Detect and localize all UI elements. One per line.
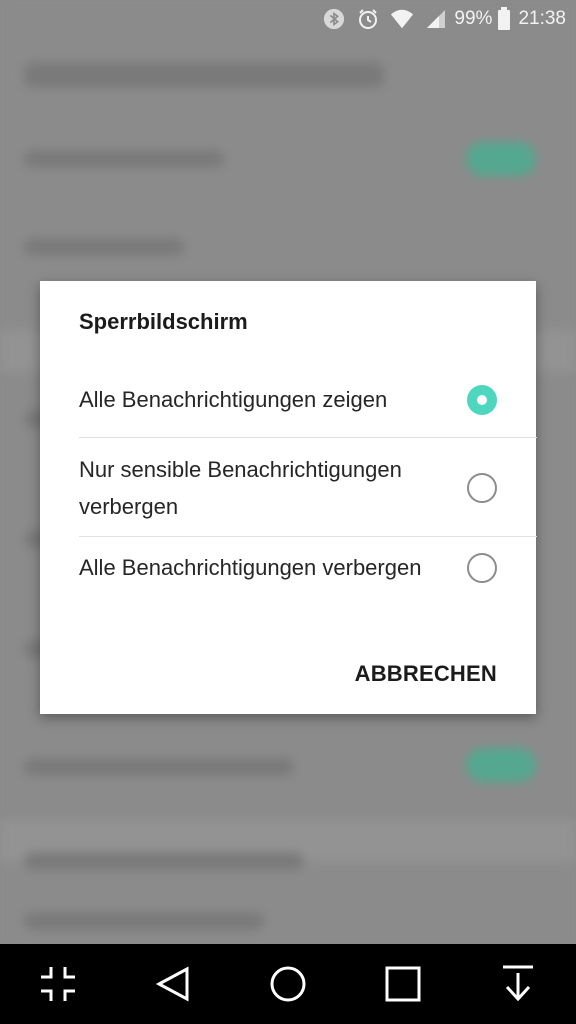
signal-icon (424, 7, 448, 31)
option-show-all[interactable]: Alle Benachrichtigungen zeigen (79, 381, 497, 418)
cancel-button[interactable]: ABBRECHEN (355, 661, 497, 687)
status-bar: 99% 21:38 (0, 0, 576, 38)
wifi-icon (390, 7, 414, 31)
compress-icon[interactable] (31, 957, 85, 1011)
option-label: Nur sensible Benachrichtigungen verberge… (79, 457, 402, 519)
radio-selected-icon[interactable] (467, 384, 497, 415)
bluetooth-icon (322, 7, 346, 31)
radio-unselected-icon[interactable] (467, 552, 497, 583)
navigation-bar (0, 944, 576, 1024)
notification-pull-icon[interactable] (491, 957, 545, 1011)
divider (79, 536, 537, 537)
bg-row (24, 238, 184, 256)
option-hide-all[interactable]: Alle Benachrichtigungen verbergen (79, 549, 497, 586)
option-label: Alle Benachrichtigungen verbergen (79, 555, 422, 580)
recents-icon[interactable] (376, 957, 430, 1011)
bg-row (24, 758, 294, 776)
alarm-icon (356, 7, 380, 31)
option-hide-sensitive[interactable]: Nur sensible Benachrichtigungen verberge… (79, 451, 497, 525)
battery-icon (496, 7, 512, 31)
bg-row (24, 912, 264, 930)
battery-percent: 99% (454, 8, 493, 29)
radio-unselected-icon[interactable] (467, 473, 497, 503)
clock: 21:38 (518, 8, 566, 29)
bg-header (24, 62, 384, 88)
option-label: Alle Benachrichtigungen zeigen (79, 387, 388, 412)
back-icon[interactable] (146, 957, 200, 1011)
bg-row (24, 150, 224, 168)
home-icon[interactable] (261, 957, 315, 1011)
bg-row (24, 852, 304, 870)
dialog-title: Sperrbildschirm (79, 309, 248, 334)
bg-toggle (466, 142, 536, 176)
divider (79, 437, 537, 438)
bg-toggle (466, 748, 536, 782)
lockscreen-dialog: Sperrbildschirm Alle Benachrichtigungen … (40, 281, 537, 714)
